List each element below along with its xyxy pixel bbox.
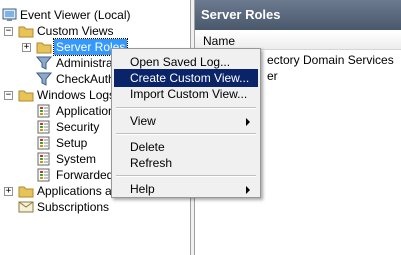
menu-item-import-custom-view[interactable]: Import Custom View... — [114, 85, 258, 103]
filter-funnel-icon — [35, 72, 53, 86]
log-icon — [36, 136, 52, 150]
tree-item-label: Subscriptions — [37, 200, 110, 214]
menu-separator — [116, 175, 256, 177]
collapse-icon[interactable]: − — [4, 27, 13, 36]
list-item-label: er — [267, 69, 278, 83]
event-viewer-icon — [2, 8, 18, 22]
submenu-arrow-icon — [246, 118, 250, 126]
folder-icon — [18, 24, 34, 38]
pane-title: Server Roles — [195, 0, 401, 30]
list-item-label: ectory Domain Services — [267, 53, 394, 67]
tree-item-label: Custom Views — [37, 24, 114, 38]
filter-funnel-icon — [35, 56, 53, 70]
expand-icon[interactable]: + — [4, 187, 13, 196]
expand-icon[interactable]: + — [22, 43, 31, 52]
menu-separator — [116, 107, 256, 109]
menu-item-refresh[interactable]: Refresh — [114, 154, 258, 172]
log-icon — [36, 152, 52, 166]
tree-item-label: Event Viewer (Local) — [20, 8, 131, 22]
collapse-icon[interactable]: − — [4, 91, 13, 100]
tree-item-label: Security — [56, 120, 100, 134]
tree-item-label: Setup — [56, 136, 88, 150]
log-icon — [36, 168, 52, 182]
tree-item-label: Windows Logs — [37, 88, 116, 102]
tree-item-label: Application — [56, 104, 115, 118]
subscriptions-icon — [18, 200, 34, 214]
submenu-arrow-icon — [246, 186, 250, 194]
context-menu: Open Saved Log... Create Custom View... … — [111, 48, 261, 198]
menu-item-help[interactable]: Help — [114, 180, 258, 198]
log-icon — [36, 120, 52, 134]
tree-item-label: Administrati — [56, 56, 119, 70]
menu-item-view[interactable]: View — [114, 112, 258, 130]
folder-icon — [36, 40, 52, 54]
menu-separator — [116, 133, 256, 135]
tree-item-label: System — [56, 152, 97, 166]
folder-icon — [18, 88, 34, 102]
folder-icon — [18, 184, 34, 198]
log-icon — [36, 104, 52, 118]
tree-item-label: Forwarded — [56, 168, 114, 182]
